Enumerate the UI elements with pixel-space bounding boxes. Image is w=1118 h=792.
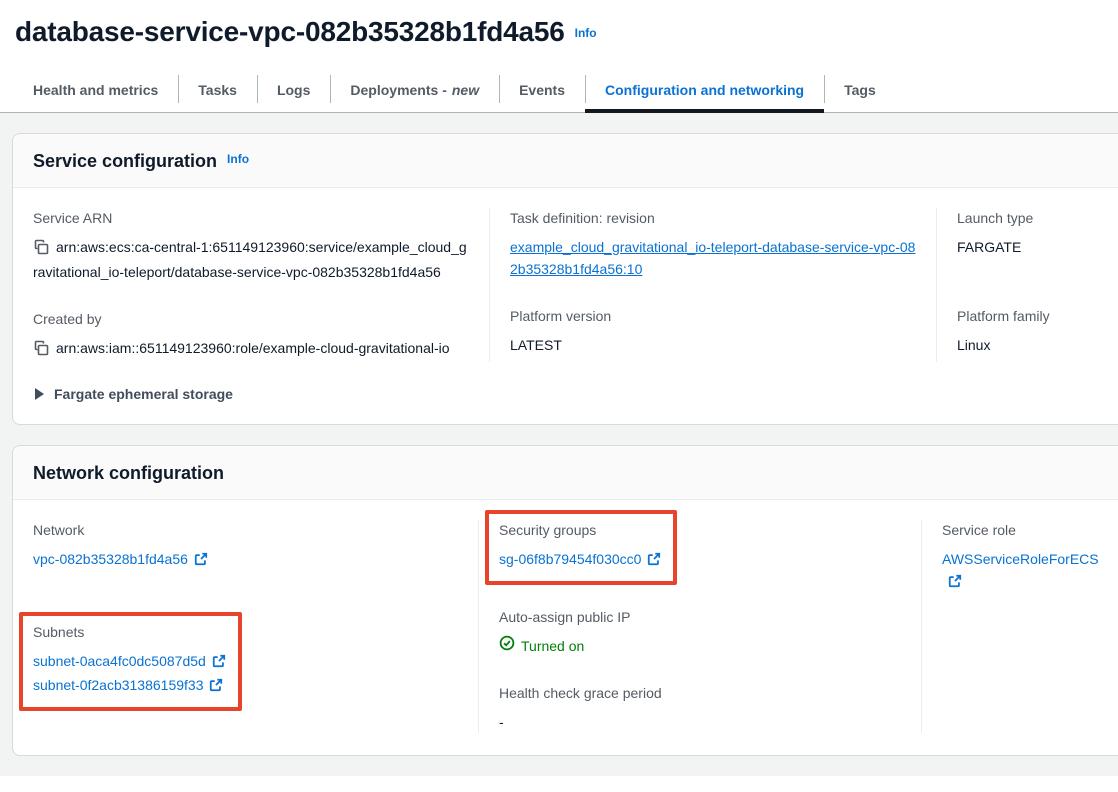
page-info-link[interactable]: Info — [575, 26, 597, 40]
service-configuration-info-link[interactable]: Info — [227, 152, 249, 166]
external-link-icon — [948, 572, 962, 594]
service-role-link[interactable]: AWSServiceRoleForECS — [942, 551, 1099, 567]
network-configuration-header: Network configuration — [13, 446, 1118, 500]
tab-events[interactable]: Events — [499, 68, 585, 112]
tab-tags[interactable]: Tags — [824, 68, 896, 112]
page-header: database-service-vpc-082b35328b1fd4a56 In… — [0, 0, 1118, 48]
task-definition-label: Task definition: revision — [510, 208, 916, 228]
launch-type-field: Launch type FARGATE — [957, 208, 1107, 258]
platform-family-value: Linux — [957, 334, 1107, 356]
tab-logs[interactable]: Logs — [257, 68, 330, 112]
service-configuration-title: Service configuration — [33, 151, 217, 171]
launch-type-value: FARGATE — [957, 236, 1107, 258]
tab-configuration-and-networking[interactable]: Configuration and networking — [585, 68, 824, 112]
service-arn-label: Service ARN — [33, 208, 469, 228]
security-groups-field: Security groups sg-06f8b79454f030cc0 — [499, 520, 661, 572]
tab-bar: Health and metrics Tasks Logs Deployment… — [0, 68, 1118, 113]
security-group-link[interactable]: sg-06f8b79454f030cc0 — [499, 551, 641, 567]
subnets-field: Subnets subnet-0aca4fc0dc5087d5d subnet-… — [33, 622, 226, 698]
page-title: database-service-vpc-082b35328b1fd4a56 — [15, 16, 565, 47]
launch-type-label: Launch type — [957, 208, 1107, 228]
task-definition-link[interactable]: example_cloud_gravitational_io-teleport-… — [510, 236, 916, 280]
auto-assign-public-ip-value: Turned on — [521, 635, 584, 657]
fargate-ephemeral-storage-expander[interactable]: Fargate ephemeral storage — [33, 386, 1107, 402]
service-arn-field: Service ARN arn:aws:ecs:ca-central-1:651… — [33, 208, 469, 283]
subnet-link-1[interactable]: subnet-0aca4fc0dc5087d5d — [33, 653, 206, 669]
platform-version-value: LATEST — [510, 334, 916, 356]
service-role-field: Service role AWSServiceRoleForECS — [942, 520, 1107, 594]
security-groups-label: Security groups — [499, 520, 661, 540]
auto-assign-public-ip-field: Auto-assign public IP Turned on — [499, 607, 901, 657]
external-link-icon — [194, 550, 208, 572]
created-by-value: arn:aws:iam::651149123960:role/example-c… — [56, 340, 450, 356]
service-arn-value: arn:aws:ecs:ca-central-1:651149123960:se… — [33, 239, 467, 280]
platform-family-label: Platform family — [957, 306, 1107, 326]
security-groups-annotation-box: Security groups sg-06f8b79454f030cc0 — [485, 510, 677, 585]
network-field: Network vpc-082b35328b1fd4a56 — [33, 520, 458, 572]
vpc-link[interactable]: vpc-082b35328b1fd4a56 — [33, 551, 188, 567]
success-check-icon — [499, 635, 515, 657]
task-definition-field: Task definition: revision example_cloud_… — [510, 208, 916, 280]
tab-tasks[interactable]: Tasks — [178, 68, 257, 112]
health-check-grace-period-field: Health check grace period - — [499, 683, 901, 733]
subnets-annotation-box: Subnets subnet-0aca4fc0dc5087d5d subnet-… — [19, 612, 242, 711]
content-area: Service configuration Info Service ARN ar… — [0, 113, 1118, 776]
service-role-label: Service role — [942, 520, 1107, 540]
fargate-ephemeral-storage-label: Fargate ephemeral storage — [54, 386, 233, 402]
platform-family-field: Platform family Linux — [957, 306, 1107, 356]
tab-deployments-new-badge: new — [452, 82, 479, 98]
copy-icon[interactable] — [33, 239, 49, 261]
health-check-grace-period-label: Health check grace period — [499, 683, 901, 703]
expander-caret-icon — [35, 388, 44, 400]
created-by-field: Created by arn:aws:iam::651149123960:rol… — [33, 309, 469, 362]
external-link-icon — [647, 550, 661, 572]
subnets-label: Subnets — [33, 622, 226, 642]
service-configuration-header: Service configuration Info — [13, 134, 1118, 188]
health-check-grace-period-value: - — [499, 711, 901, 733]
created-by-label: Created by — [33, 309, 469, 329]
platform-version-field: Platform version LATEST — [510, 306, 916, 356]
external-link-icon — [209, 676, 223, 698]
auto-assign-public-ip-label: Auto-assign public IP — [499, 607, 901, 627]
network-configuration-card: Network configuration Network vpc-082b35… — [12, 445, 1118, 756]
tab-health-and-metrics[interactable]: Health and metrics — [13, 68, 178, 112]
subnet-link-2[interactable]: subnet-0f2acb31386159f33 — [33, 677, 203, 693]
network-label: Network — [33, 520, 458, 540]
tab-deployments[interactable]: Deployments -new — [330, 68, 499, 112]
platform-version-label: Platform version — [510, 306, 916, 326]
service-configuration-card: Service configuration Info Service ARN ar… — [12, 133, 1118, 425]
external-link-icon — [212, 652, 226, 674]
network-configuration-title: Network configuration — [33, 463, 224, 483]
copy-icon[interactable] — [33, 340, 49, 362]
